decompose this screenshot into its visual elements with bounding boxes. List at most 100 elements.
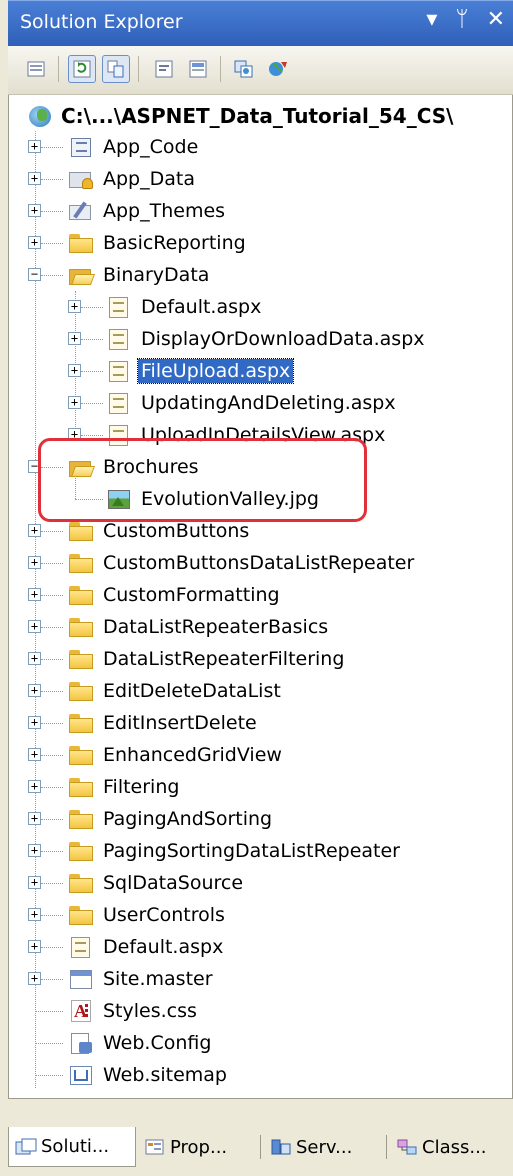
- tree-item-web-config[interactable]: Web.Config: [28, 1027, 214, 1059]
- tab-server-explorer[interactable]: Serv...: [264, 1127, 382, 1167]
- tree-item-label-selected: FileUpload.aspx: [136, 358, 295, 384]
- expand-icon[interactable]: +: [28, 940, 41, 953]
- expand-icon[interactable]: +: [68, 364, 81, 377]
- collapse-icon[interactable]: −: [28, 268, 41, 281]
- tree-item-label: CustomFormatting: [103, 584, 280, 606]
- close-icon[interactable]: ✕: [487, 7, 505, 32]
- expand-icon[interactable]: +: [68, 332, 81, 345]
- window-menu-icon[interactable]: ▾: [426, 7, 437, 32]
- tree-item-usercontrols[interactable]: + UserControls: [28, 899, 228, 931]
- expand-icon[interactable]: +: [28, 140, 41, 153]
- expand-icon[interactable]: +: [28, 748, 41, 761]
- tree-item-customformatting[interactable]: + CustomFormatting: [28, 579, 283, 611]
- tab-properties[interactable]: Prop...: [138, 1127, 256, 1167]
- tab-label: Prop...: [170, 1136, 228, 1158]
- tree-item-pagingandsorting[interactable]: + PagingAndSorting: [28, 803, 275, 835]
- tree-item-updatinganddeleting-aspx[interactable]: + UpdatingAndDeleting.aspx: [68, 387, 399, 419]
- stylesheet-icon: [68, 1000, 94, 1022]
- solution-explorer-window: Solution Explorer ▾ ᛘ ✕ C:\...\ASPNET_Da…: [8, 0, 513, 1176]
- tree-item-default-aspx[interactable]: + Default.aspx: [68, 291, 264, 323]
- view-code-icon[interactable]: [150, 55, 178, 83]
- tree-item-label: App_Themes: [103, 200, 226, 222]
- tree-item-label: PagingSortingDataListRepeater: [103, 840, 400, 862]
- tree-item-pagingsortingdatalistrepeater[interactable]: + PagingSortingDataListRepeater: [28, 835, 403, 867]
- expand-icon[interactable]: +: [28, 684, 41, 697]
- expand-icon[interactable]: +: [28, 844, 41, 857]
- tree-item-custombuttonsdatalistrepeater[interactable]: + CustomButtonsDataListRepeater: [28, 547, 417, 579]
- tree-item-label: PagingAndSorting: [103, 808, 273, 830]
- expand-icon[interactable]: +: [28, 972, 41, 985]
- tree-item-label: App_Code: [103, 136, 199, 158]
- tab-class-view[interactable]: Class...: [390, 1127, 512, 1167]
- expand-icon[interactable]: +: [28, 812, 41, 825]
- expand-icon[interactable]: +: [28, 716, 41, 729]
- tree-item-label: Web.sitemap: [103, 1064, 227, 1086]
- tree-item-editdeletedatalist[interactable]: + EditDeleteDataList: [28, 675, 284, 707]
- tree-item-site-master[interactable]: + Site.master: [28, 963, 216, 995]
- pin-icon[interactable]: ᛘ: [455, 7, 468, 32]
- tree-item-binarydata[interactable]: − BinaryData: [28, 259, 212, 291]
- aspx-page-icon: [106, 392, 132, 414]
- folder-icon: [68, 776, 94, 798]
- refresh-icon[interactable]: [68, 55, 96, 83]
- folder-icon: [68, 712, 94, 734]
- asp-net-configuration-icon[interactable]: [264, 55, 292, 83]
- tree-item-label: BasicReporting: [103, 232, 246, 254]
- expand-icon[interactable]: +: [28, 620, 41, 633]
- tree-item-label: EditDeleteDataList: [103, 680, 281, 702]
- folder-icon: [68, 872, 94, 894]
- expand-icon[interactable]: +: [28, 172, 41, 185]
- web-project-icon: [27, 105, 53, 127]
- tree-item-basicreporting[interactable]: + BasicReporting: [28, 227, 249, 259]
- expand-icon[interactable]: +: [28, 236, 41, 249]
- expand-icon[interactable]: +: [28, 876, 41, 889]
- expand-icon[interactable]: +: [28, 556, 41, 569]
- expand-icon[interactable]: +: [28, 588, 41, 601]
- tree-item-label: App_Data: [103, 168, 195, 190]
- master-page-icon: [68, 968, 94, 990]
- tree-item-datalistrepeaterfiltering[interactable]: + DataListRepeaterFiltering: [28, 643, 347, 675]
- title-bar: Solution Explorer ▾ ᛘ ✕: [8, 0, 513, 47]
- tree-item-root-default-aspx[interactable]: + Default.aspx: [28, 931, 226, 963]
- copy-website-icon[interactable]: [230, 55, 258, 83]
- tree-item-displayordownloaddata-aspx[interactable]: + DisplayOrDownloadData.aspx: [68, 323, 428, 355]
- folder-icon: [68, 552, 94, 574]
- app-code-folder-icon: [68, 136, 94, 158]
- expand-icon[interactable]: +: [28, 908, 41, 921]
- open-folder-icon: [68, 264, 94, 286]
- expand-icon[interactable]: +: [28, 780, 41, 793]
- folder-icon: [68, 840, 94, 862]
- tree-item-label: Styles.css: [103, 1000, 197, 1022]
- app-themes-folder-icon: [68, 200, 94, 222]
- tree-item-editinsertdelete[interactable]: + EditInsertDelete: [28, 707, 260, 739]
- tree-item-app-data[interactable]: + App_Data: [28, 163, 198, 195]
- tree-item-sqldatasource[interactable]: + SqlDataSource: [28, 867, 246, 899]
- view-designer-icon[interactable]: [184, 55, 212, 83]
- tree-item-label: UpdatingAndDeleting.aspx: [141, 392, 396, 414]
- project-root[interactable]: C:\...\ASPNET_Data_Tutorial_54_CS\: [27, 101, 453, 131]
- tree-item-label: Default.aspx: [103, 936, 224, 958]
- project-root-label: C:\...\ASPNET_Data_Tutorial_54_CS\: [61, 104, 454, 128]
- tree-item-styles-css[interactable]: Styles.css: [28, 995, 200, 1027]
- tree-item-app-code[interactable]: + App_Code: [28, 131, 201, 163]
- tab-solution-explorer[interactable]: Soluti...: [8, 1127, 136, 1167]
- tree-item-fileupload-aspx[interactable]: + FileUpload.aspx: [68, 355, 295, 387]
- tree-item-enhancedgridview[interactable]: + EnhancedGridView: [28, 739, 285, 771]
- expand-icon[interactable]: +: [68, 300, 81, 313]
- tree-item-label: DisplayOrDownloadData.aspx: [141, 328, 425, 350]
- config-file-icon: [68, 1032, 94, 1054]
- expand-icon[interactable]: +: [28, 652, 41, 665]
- aspx-page-icon: [106, 360, 132, 382]
- tree-item-web-sitemap[interactable]: Web.sitemap: [28, 1059, 230, 1091]
- tree-item-filtering[interactable]: + Filtering: [28, 771, 182, 803]
- nest-related-files-icon[interactable]: [102, 55, 130, 83]
- tab-label: Class...: [422, 1136, 487, 1158]
- tree-item-datalistrepeaterbasics[interactable]: + DataListRepeaterBasics: [28, 611, 331, 643]
- expand-icon[interactable]: +: [28, 204, 41, 217]
- tree-item-label: EnhancedGridView: [103, 744, 282, 766]
- tree-item-app-themes[interactable]: + App_Themes: [28, 195, 228, 227]
- expand-icon[interactable]: +: [68, 396, 81, 409]
- expand-icon[interactable]: +: [28, 524, 41, 537]
- solution-tree: C:\...\ASPNET_Data_Tutorial_54_CS\ + App…: [8, 95, 513, 1099]
- properties-icon[interactable]: [22, 55, 50, 83]
